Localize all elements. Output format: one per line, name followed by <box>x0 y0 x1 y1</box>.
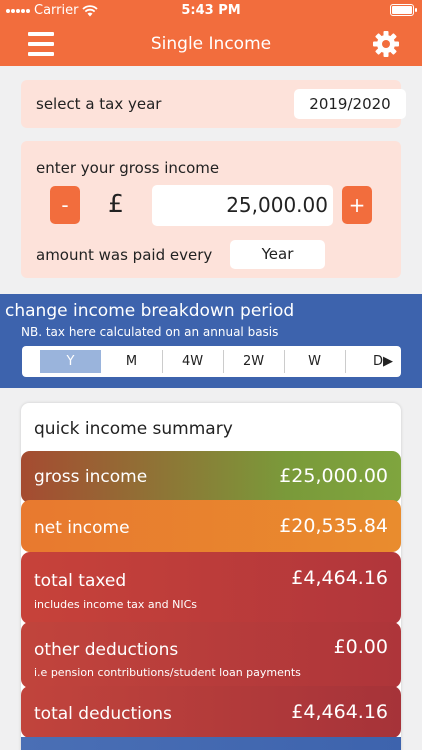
breakdown-section: change income breakdown period NB. tax h… <box>0 294 422 388</box>
status-time: 5:43 PM <box>181 3 241 18</box>
total-taxed-label: total taxed <box>34 571 127 591</box>
period-segmented-control: Y M 4W 2W W D▶ <box>22 346 401 377</box>
breakdown-title: change income breakdown period <box>5 301 295 321</box>
segment-2-week[interactable]: 2W <box>223 346 284 377</box>
tax-year-selector[interactable]: 2019/2020 <box>294 89 406 119</box>
income-summary-card: quick income summary gross income £25,00… <box>21 403 401 750</box>
segment-week[interactable]: W <box>284 346 345 377</box>
total-deductions-row[interactable]: total deductions £4,464.16 <box>21 686 401 738</box>
net-income-value: £20,535.84 <box>279 515 388 537</box>
paid-every-label: amount was paid every <box>36 246 213 264</box>
next-summary-row[interactable] <box>21 737 401 750</box>
battery-level <box>392 6 412 14</box>
breakdown-note: NB. tax here calculated on an annual bas… <box>21 325 279 339</box>
gross-income-value: £25,000.00 <box>279 465 388 487</box>
tax-year-card: select a tax year 2019/2020 <box>21 80 406 128</box>
other-deductions-note: i.e pension contributions/student loan p… <box>34 666 301 679</box>
total-deductions-value: £4,464.16 <box>291 701 388 723</box>
gross-income-row-label: gross income <box>34 467 148 487</box>
segment-day[interactable]: D▶ <box>345 346 401 377</box>
net-income-label: net income <box>34 518 130 538</box>
segment-month[interactable]: M <box>101 346 162 377</box>
tax-year-label: select a tax year <box>36 95 162 113</box>
gross-income-row[interactable]: gross income £25,000.00 <box>21 451 401 503</box>
gross-income-input[interactable]: 25,000.00 <box>152 185 333 226</box>
other-deductions-label: other deductions <box>34 640 179 660</box>
nav-bar: Single Income <box>0 22 422 66</box>
income-card: enter your gross income - £ 25,000.00 + … <box>21 141 401 278</box>
paid-period-selector[interactable]: Year <box>230 240 325 269</box>
battery-icon <box>390 4 417 16</box>
total-taxed-note: includes income tax and NICs <box>34 598 198 611</box>
gear-icon[interactable] <box>372 30 400 58</box>
summary-title: quick income summary <box>34 419 233 439</box>
gross-income-label: enter your gross income <box>36 159 220 177</box>
total-taxed-value: £4,464.16 <box>291 567 388 589</box>
increment-button[interactable]: + <box>342 186 372 224</box>
total-deductions-label: total deductions <box>34 704 172 724</box>
net-income-row[interactable]: net income £20,535.84 <box>21 500 401 552</box>
status-bar: Carrier 5:43 PM <box>0 0 422 22</box>
page-title: Single Income <box>150 34 272 54</box>
total-taxed-row[interactable]: total taxed £4,464.16 includes income ta… <box>21 552 401 624</box>
other-deductions-row[interactable]: other deductions £0.00 i.e pension contr… <box>21 622 401 688</box>
other-deductions-value: £0.00 <box>333 636 388 658</box>
currency-symbol: £ <box>108 189 124 218</box>
segment-year[interactable]: Y <box>40 350 101 373</box>
segment-4-week[interactable]: 4W <box>162 346 223 377</box>
decrement-button[interactable]: - <box>50 186 80 224</box>
